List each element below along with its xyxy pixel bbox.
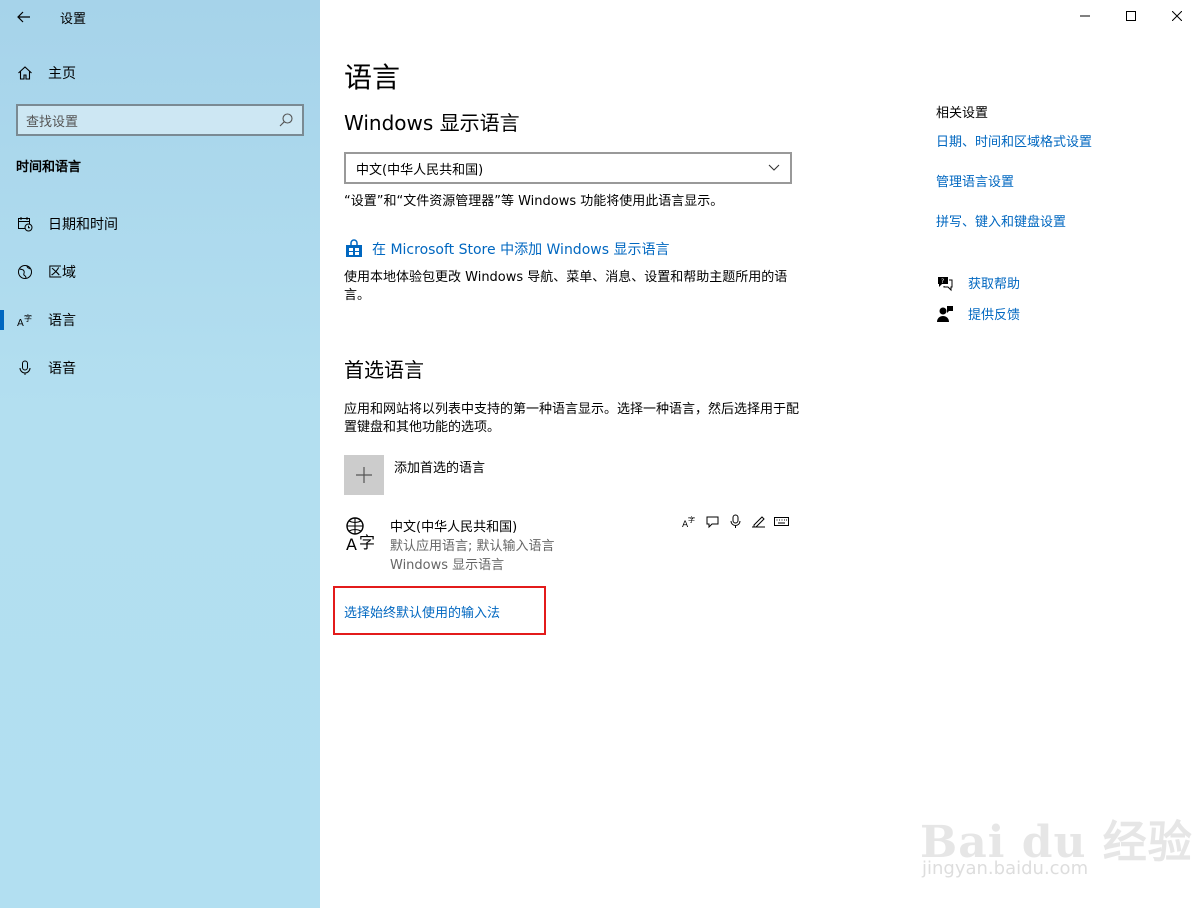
search-icon[interactable] [278,112,294,128]
help-chat-icon: ? [938,276,953,291]
microphone-icon [19,360,31,375]
admin-language-link[interactable]: 管理语言设置 [936,171,1176,190]
give-feedback-label: 提供反馈 [968,308,1021,323]
get-help-label: 获取帮助 [968,277,1021,292]
svg-text:字: 字 [688,515,695,524]
svg-text:?: ? [941,278,944,285]
title-bar: 设置 [0,0,320,34]
microphone-icon [730,514,741,528]
app-title: 设置 [60,11,87,27]
language-feature-icons: A字 [682,514,789,529]
page-title: 语言 [344,61,401,94]
svg-text:A: A [17,318,24,328]
sidebar: 设置 主页 查找设置 时间和语言 日期和时间 区域 A字 语言 语音 [0,0,320,908]
display-language-value: 中文(中华人民共和国) [356,162,484,178]
language-display-info: Windows 显示语言 [390,558,505,573]
sidebar-item-region[interactable]: 区域 [0,252,320,292]
search-input[interactable]: 查找设置 [16,104,304,136]
sidebar-item-label: 语言 [48,313,76,329]
plus-icon [356,467,372,483]
maximize-icon [1126,11,1136,21]
store-add-language-link[interactable]: 在 Microsoft Store 中添加 Windows 显示语言 [344,239,669,259]
date-time-region-link[interactable]: 日期、时间和区域格式设置 [936,131,1176,150]
watermark-url: jingyan.baidu.com [922,858,1089,879]
add-language-label: 添加首选的语言 [394,461,486,476]
maximize-button[interactable] [1108,0,1154,32]
preferred-languages-heading: 首选语言 [344,358,424,382]
related-settings-title: 相关设置 [936,106,989,121]
globe-region-icon [18,265,32,279]
default-input-method-link[interactable]: 选择始终默认使用的输入法 [344,602,500,621]
sidebar-item-label: 日期和时间 [48,217,118,233]
back-arrow-icon [17,11,30,23]
svg-text:字: 字 [359,533,375,552]
home-label: 主页 [48,66,76,82]
svg-text:字: 字 [24,313,32,323]
store-description: 使用本地体验包更改 Windows 导航、菜单、消息、设置和帮助主题所用的语言。 [344,270,788,303]
speech-bubble-icon [706,516,719,529]
feedback-person-icon [937,305,953,322]
preferred-languages-description: 应用和网站将以列表中支持的第一种语言显示。选择一种语言，然后选择用于配置键盘和其… [344,402,800,435]
language-glyph-icon: A 字 [346,517,375,552]
section-title: 时间和语言 [16,160,82,175]
give-feedback-link[interactable]: 提供反馈 [936,304,1020,323]
handwriting-icon [752,516,765,528]
language-list-item[interactable]: A 字 中文(中华人民共和国) 默认应用语言; 默认输入语言 Windows 显… [344,514,789,574]
window-controls [1062,0,1200,32]
display-language-description: “设置”和“文件资源管理器”等 Windows 功能将使用此语言显示。 [344,194,724,209]
sidebar-item-label: 区域 [48,265,76,281]
language-name: 中文(中华人民共和国) [390,520,518,535]
close-button[interactable] [1154,0,1200,32]
add-language-button[interactable]: 添加首选的语言 [344,455,485,495]
minimize-button[interactable] [1062,0,1108,32]
back-button[interactable] [0,0,48,34]
svg-text:A: A [346,535,357,552]
display-language-heading: Windows 显示语言 [344,111,520,135]
sidebar-item-language[interactable]: A字 语言 [0,300,320,340]
display-language-select[interactable]: 中文(中华人民共和国) [344,152,792,184]
get-help-link[interactable]: ? 获取帮助 [936,273,1020,292]
sidebar-item-label: 语音 [48,361,76,377]
search-placeholder: 查找设置 [26,114,79,130]
sidebar-item-date-time[interactable]: 日期和时间 [0,204,320,244]
sidebar-item-speech[interactable]: 语音 [0,348,320,388]
main-content: 语言 Windows 显示语言 中文(中华人民共和国) “设置”和“文件资源管理… [320,0,1200,908]
language-icon: A字 [17,313,32,328]
chevron-down-icon [768,164,780,171]
related-settings: 相关设置 日期、时间和区域格式设置 管理语言设置 拼写、键入和键盘设置 [936,102,1176,251]
minimize-icon [1080,15,1090,17]
calendar-clock-icon [18,217,33,232]
close-icon [1172,11,1182,21]
keyboard-icon [774,517,789,526]
spelling-typing-keyboard-link[interactable]: 拼写、键入和键盘设置 [936,211,1176,230]
language-pack-icon: A字 [682,515,695,529]
baidu-watermark: Bai du 经验 jingyan.baidu.com [920,778,1200,908]
add-box [344,455,384,495]
language-default-info: 默认应用语言; 默认输入语言 [390,539,555,554]
store-link-label: 在 Microsoft Store 中添加 Windows 显示语言 [372,242,670,258]
home-nav-item[interactable]: 主页 [0,58,320,88]
home-icon [18,66,32,80]
store-bag-icon [346,239,362,257]
